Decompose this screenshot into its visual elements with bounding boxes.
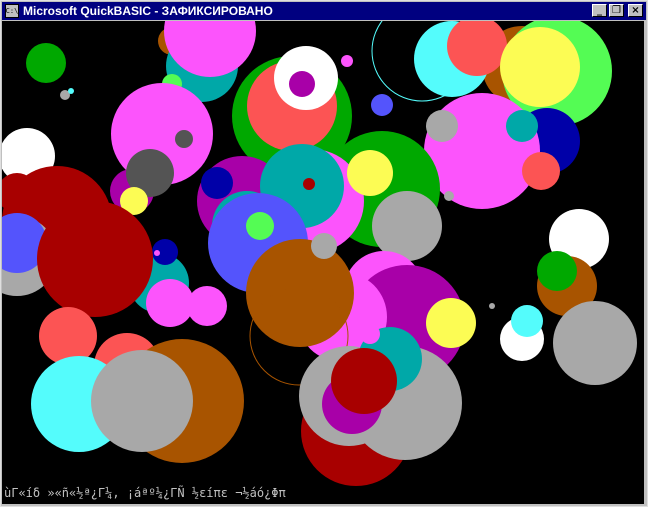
circle — [154, 250, 160, 256]
circle — [201, 167, 233, 199]
circle — [246, 212, 274, 240]
circle — [506, 110, 538, 142]
circle — [341, 55, 353, 67]
maximize-button[interactable]: ❐ — [609, 4, 624, 17]
dos-window: C:\ Microsoft QuickBASIC - ЗАФИКСИРОВАНО… — [0, 0, 648, 507]
circle — [146, 279, 194, 327]
circle — [553, 301, 637, 385]
circle — [175, 130, 193, 148]
circle — [511, 305, 543, 337]
circle — [311, 233, 337, 259]
circle — [246, 239, 354, 347]
circle — [303, 178, 315, 190]
close-button[interactable]: × — [628, 4, 643, 17]
minimize-button[interactable]: _ — [592, 4, 607, 17]
status-line: ùΓ«íδ »«ñ«½ª¿Γ¼, ¡áªº¼¿ΓÑ ½εíπε ¬½áó¿Φπ — [4, 486, 286, 500]
circle — [426, 298, 476, 348]
circle — [360, 324, 380, 344]
circle — [37, 201, 153, 317]
circle — [372, 191, 442, 261]
circle — [426, 110, 458, 142]
msdos-icon[interactable]: C:\ — [5, 4, 19, 18]
circle — [500, 27, 580, 107]
program-output-screen[interactable]: ùΓ«íδ »«ñ«½ª¿Γ¼, ¡áªº¼¿ΓÑ ½εíπε ¬½áó¿Φπ — [2, 21, 644, 504]
circle — [347, 150, 393, 196]
circle — [187, 286, 227, 326]
circle — [489, 303, 495, 309]
circle — [371, 94, 393, 116]
window-title: Microsoft QuickBASIC - ЗАФИКСИРОВАНО — [23, 4, 273, 18]
circle — [68, 88, 74, 94]
circle — [331, 348, 397, 414]
circle — [91, 350, 193, 452]
circle — [26, 43, 66, 83]
circle — [289, 71, 315, 97]
title-bar[interactable]: C:\ Microsoft QuickBASIC - ЗАФИКСИРОВАНО… — [2, 2, 646, 20]
circle — [39, 307, 97, 365]
circle — [444, 191, 454, 201]
circle — [537, 251, 577, 291]
circle — [522, 152, 560, 190]
window-controls: _ ❐ × — [592, 4, 643, 17]
circles-canvas — [2, 21, 637, 486]
